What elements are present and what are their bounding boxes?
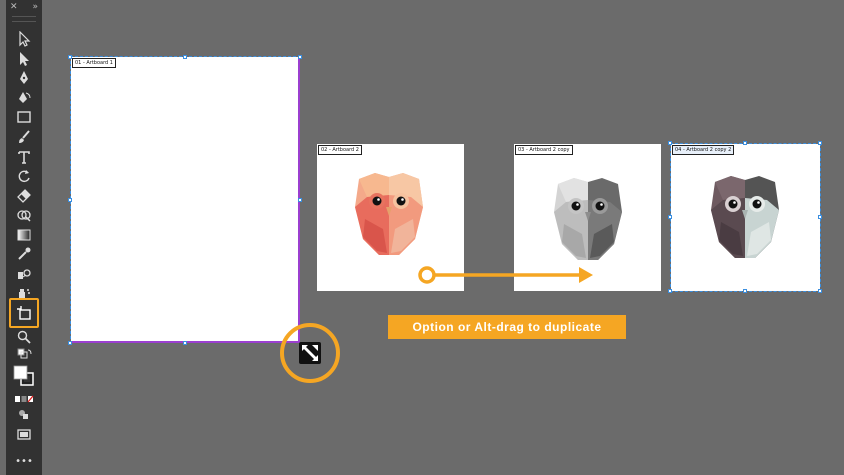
resize-handle[interactable] bbox=[818, 141, 822, 145]
resize-handle[interactable] bbox=[298, 198, 302, 202]
artboard-4[interactable]: 04 - Artboard 2 copy 2 bbox=[671, 144, 820, 291]
direct-selection-tool-icon[interactable] bbox=[11, 50, 37, 68]
eyedropper-tool-icon[interactable] bbox=[11, 245, 37, 263]
owl-illustration-color bbox=[355, 173, 423, 255]
more-tools-icon[interactable]: ••• bbox=[11, 452, 37, 470]
owl-illustration-gray bbox=[554, 178, 622, 260]
resize-handle[interactable] bbox=[668, 289, 672, 293]
draw-mode-icon[interactable] bbox=[11, 405, 37, 423]
instruction-tooltip: Option or Alt-drag to duplicate bbox=[388, 315, 626, 339]
owl-illustration-dark bbox=[711, 176, 779, 258]
gradient-tool-icon[interactable] bbox=[11, 226, 37, 244]
resize-handle[interactable] bbox=[298, 55, 302, 59]
collapse-icon[interactable]: » bbox=[32, 2, 38, 12]
resize-handle[interactable] bbox=[68, 198, 72, 202]
resize-handle[interactable] bbox=[183, 55, 187, 59]
resize-handle[interactable] bbox=[183, 341, 187, 345]
artboard-label[interactable]: 02 - Artboard 2 bbox=[318, 145, 362, 155]
tools-panel-header: ✕ » bbox=[6, 0, 42, 14]
resize-handle[interactable] bbox=[818, 215, 822, 219]
pen-tool-icon[interactable] bbox=[11, 69, 37, 87]
artboard-1[interactable]: 01 - Artboard 1 bbox=[71, 57, 300, 343]
artboard-label[interactable]: 01 - Artboard 1 bbox=[72, 58, 116, 68]
resize-handle[interactable] bbox=[68, 341, 72, 345]
screen-mode-icon[interactable] bbox=[11, 425, 37, 443]
shape-builder-tool-icon[interactable] bbox=[11, 206, 37, 224]
resize-handle[interactable] bbox=[818, 289, 822, 293]
drag-arrow bbox=[418, 266, 593, 284]
tools-panel: ✕ » ••• bbox=[6, 0, 42, 475]
eraser-tool-icon[interactable] bbox=[11, 187, 37, 205]
resize-handle[interactable] bbox=[743, 141, 747, 145]
rotate-tool-icon[interactable] bbox=[11, 167, 37, 185]
type-tool-icon[interactable] bbox=[11, 148, 37, 166]
artboard-tool-icon[interactable] bbox=[11, 304, 37, 322]
blend-tool-icon[interactable] bbox=[11, 265, 37, 283]
resize-handle[interactable] bbox=[743, 289, 747, 293]
default-colors-icon[interactable] bbox=[11, 346, 37, 364]
resize-handle[interactable] bbox=[668, 215, 672, 219]
curvature-tool-icon[interactable] bbox=[11, 89, 37, 107]
resize-handle[interactable] bbox=[68, 55, 72, 59]
close-icon[interactable]: ✕ bbox=[10, 2, 18, 12]
resize-handle[interactable] bbox=[668, 141, 672, 145]
paintbrush-tool-icon[interactable] bbox=[11, 128, 37, 146]
artboard-label[interactable]: 03 - Artboard 2 copy bbox=[515, 145, 573, 155]
selection-tool-icon[interactable] bbox=[11, 30, 37, 48]
artboard-label[interactable]: 04 - Artboard 2 copy 2 bbox=[672, 145, 735, 155]
fill-stroke-icon[interactable] bbox=[11, 364, 37, 388]
duplicate-drag-cursor-icon bbox=[299, 342, 321, 364]
panel-grip[interactable] bbox=[12, 16, 36, 22]
zoom-tool-icon[interactable] bbox=[11, 328, 37, 346]
rectangle-tool-icon[interactable] bbox=[11, 108, 37, 126]
